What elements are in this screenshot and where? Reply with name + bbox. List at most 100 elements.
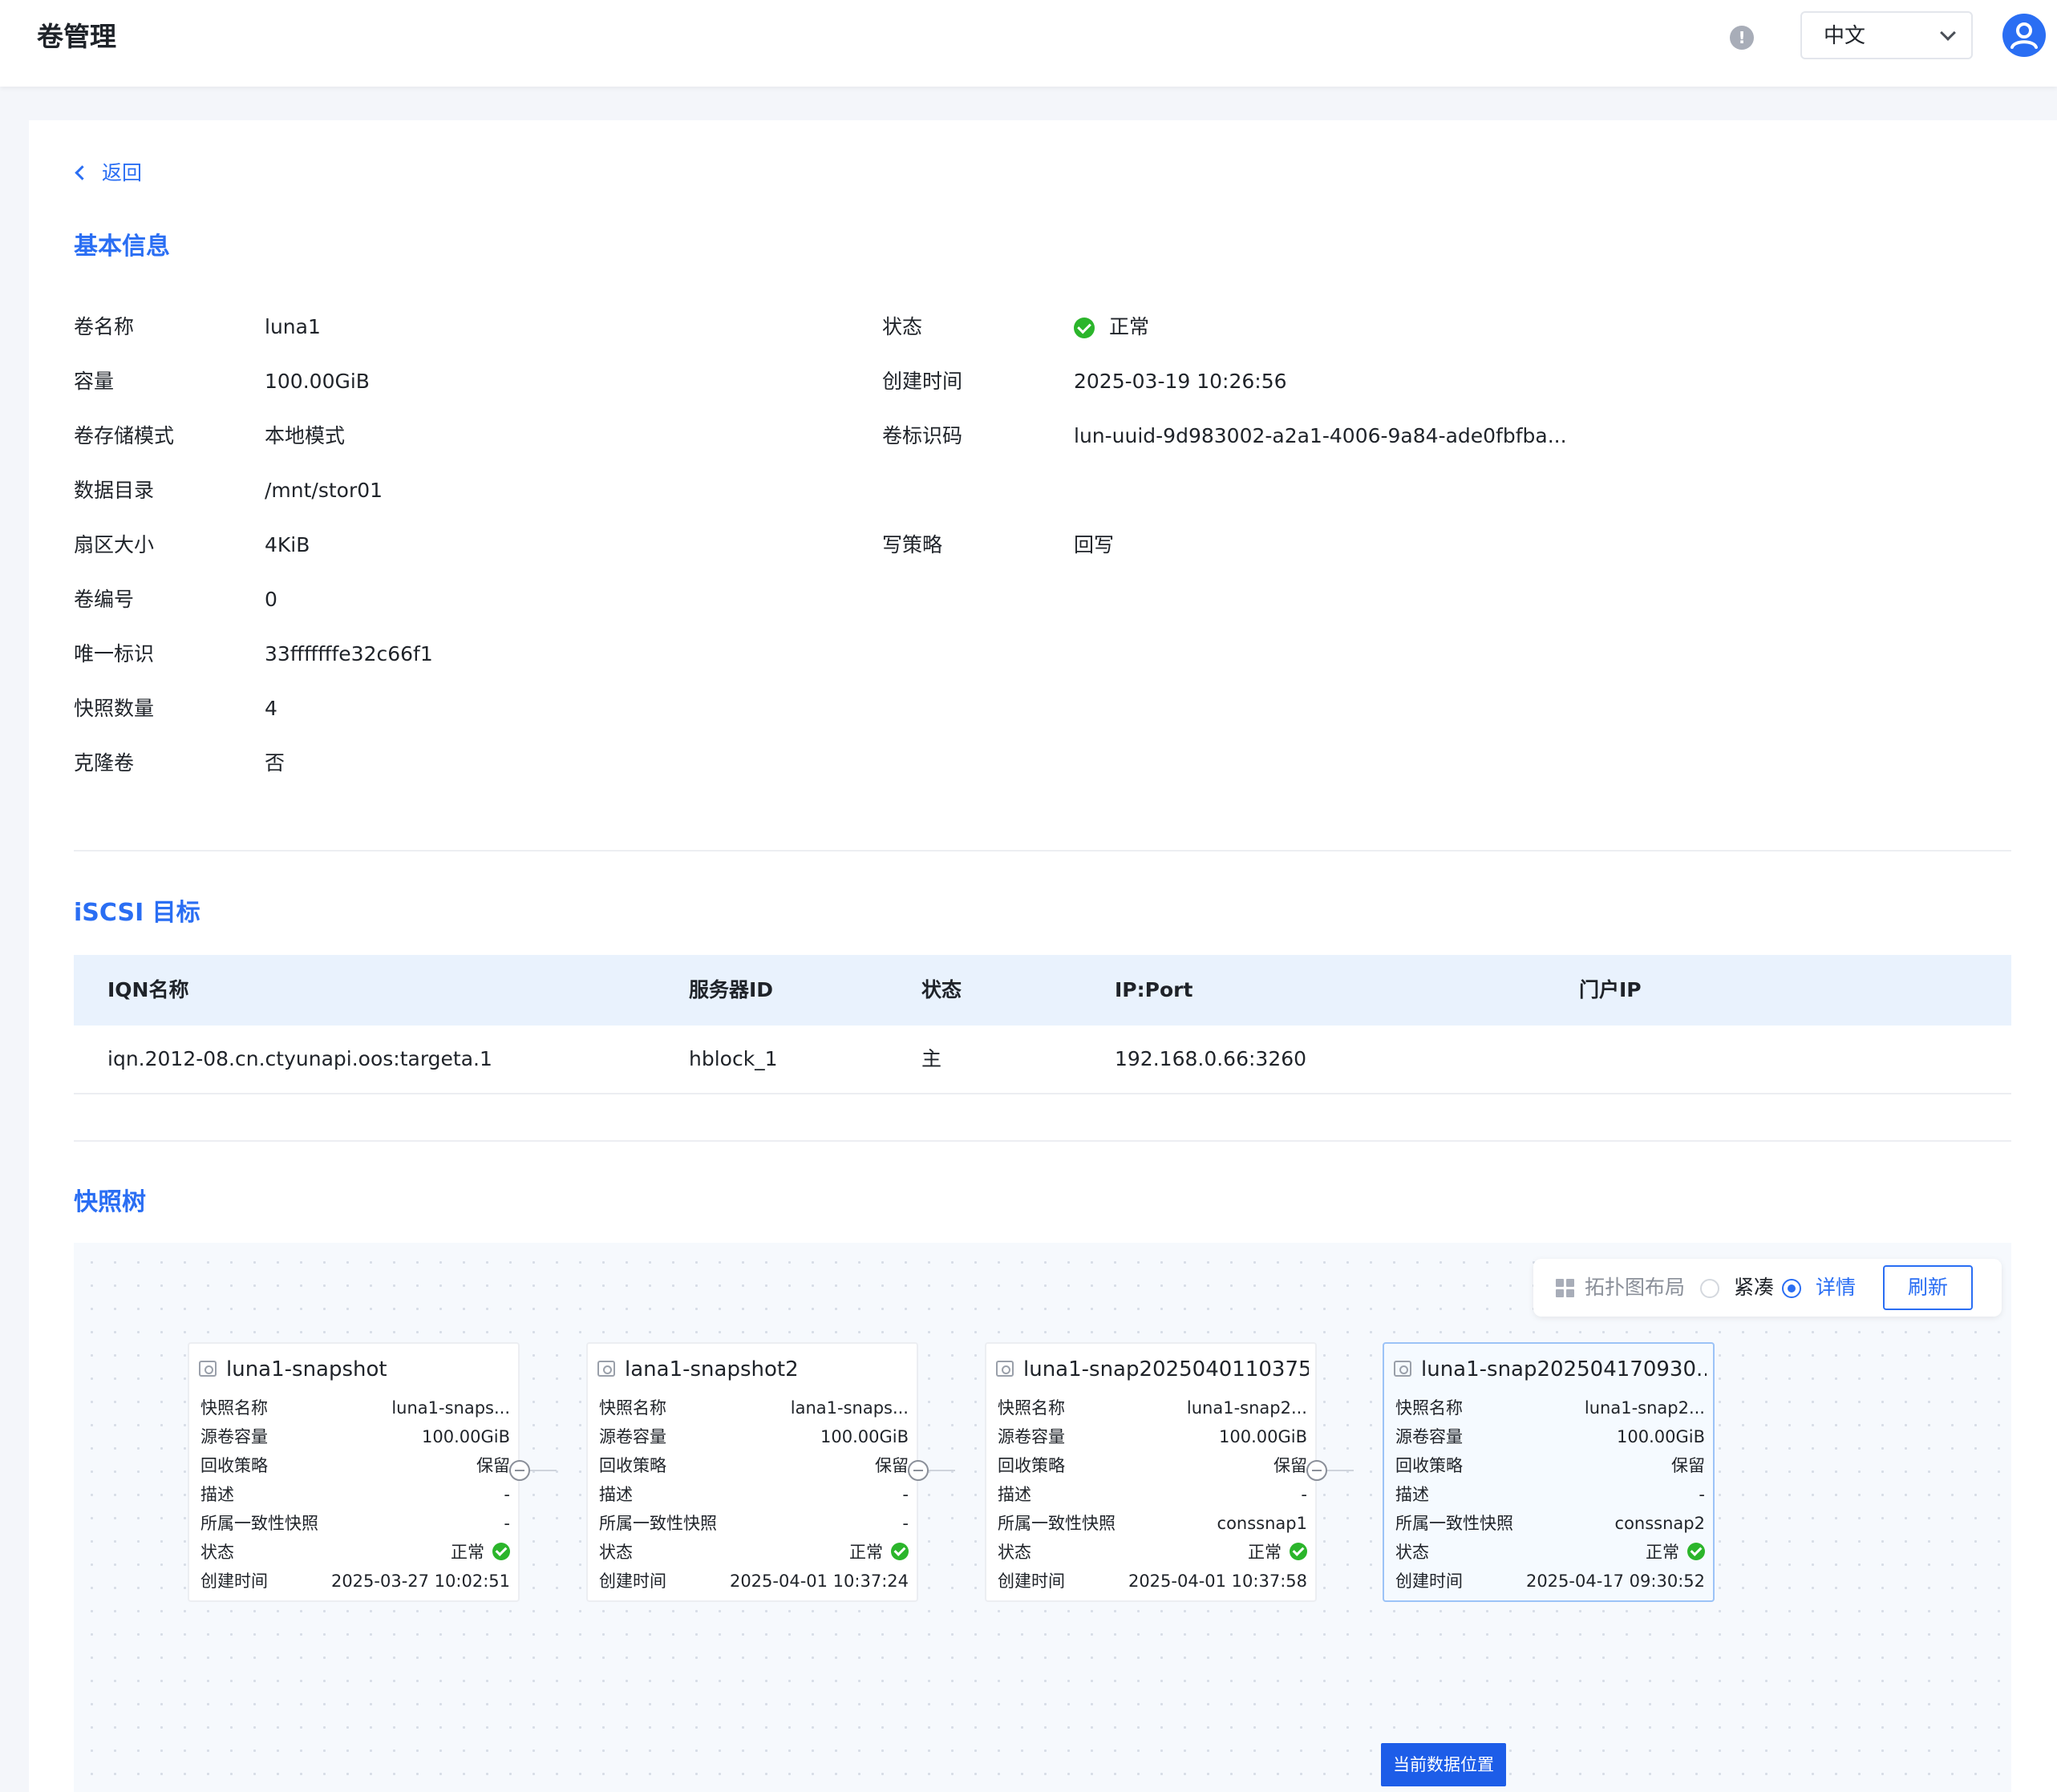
field-value: lana1-snaps... bbox=[790, 1398, 909, 1418]
column-header-iqn: IQN名称 bbox=[107, 978, 189, 1001]
field-label: 创建时间 bbox=[1395, 1572, 1463, 1591]
snapshot-count-value: 4 bbox=[265, 697, 277, 720]
unique-id-value: 33fffffffe32c66f1 bbox=[265, 642, 433, 665]
field-value: 正常 bbox=[849, 1538, 909, 1567]
field-value: 正常 bbox=[1248, 1538, 1307, 1567]
camera-icon bbox=[1394, 1360, 1411, 1377]
field-value: 100.00GiB bbox=[1219, 1427, 1307, 1446]
detail-radio-label[interactable]: 详情 bbox=[1816, 1273, 1856, 1302]
field-value: 100.00GiB bbox=[422, 1427, 510, 1446]
refresh-button[interactable]: 刷新 bbox=[1883, 1265, 1973, 1310]
volume-number-label: 卷编号 bbox=[74, 588, 135, 611]
field-value: - bbox=[902, 1485, 909, 1504]
check-circle-icon bbox=[1687, 1543, 1705, 1560]
write-policy-label: 写策略 bbox=[882, 533, 943, 556]
field-value: 保留 bbox=[875, 1456, 909, 1475]
field-value: 正常 bbox=[1646, 1538, 1705, 1567]
status-label: 状态 bbox=[882, 315, 923, 338]
status-text: 正常 bbox=[1646, 1543, 1679, 1562]
field-label: 快照名称 bbox=[1395, 1398, 1463, 1418]
snapshot-node[interactable]: luna1-snap2025040110375... 快照名称 luna1-sna… bbox=[985, 1342, 1317, 1602]
snapshot-count-label: 快照数量 bbox=[74, 697, 155, 720]
field-value: - bbox=[1699, 1485, 1705, 1504]
current-data-position-button[interactable]: 当前数据位置 bbox=[1381, 1743, 1506, 1786]
snapshot-title: luna1-snap2025040110375... bbox=[1023, 1357, 1309, 1381]
check-circle-icon bbox=[1074, 318, 1095, 338]
language-select[interactable]: 中文 bbox=[1800, 11, 1973, 59]
field-label: 源卷容量 bbox=[200, 1427, 268, 1446]
cell-ip-port: 192.168.0.66:3260 bbox=[1115, 1047, 1307, 1070]
field-label: 所属一致性快照 bbox=[998, 1514, 1116, 1533]
data-dir-label: 数据目录 bbox=[74, 479, 155, 502]
field-label: 所属一致性快照 bbox=[200, 1514, 318, 1533]
section-divider bbox=[74, 1140, 2011, 1142]
tree-toolbar: 拓扑图布局 紧凑 详情 刷新 bbox=[1533, 1259, 2002, 1317]
snapshot-node[interactable]: luna1-snapshot 快照名称 luna1-snaps... 源卷容量 10… bbox=[188, 1342, 520, 1602]
field-label: 回收策略 bbox=[599, 1456, 666, 1475]
iscsi-table: IQN名称 服务器ID 状态 IP:Port 门户IP iqn.2012-08.… bbox=[74, 955, 2011, 1094]
field-label: 描述 bbox=[599, 1485, 633, 1504]
column-header-ip-port: IP:Port bbox=[1115, 978, 1193, 1001]
iscsi-title: iSCSI 目标 bbox=[74, 899, 200, 927]
field-value: luna1-snap2... bbox=[1584, 1398, 1705, 1418]
collapse-icon[interactable] bbox=[1306, 1460, 1327, 1481]
field-label: 所属一致性快照 bbox=[599, 1514, 717, 1533]
capacity-value: 100.00GiB bbox=[265, 370, 370, 393]
camera-icon bbox=[199, 1360, 217, 1377]
camera-icon bbox=[597, 1360, 615, 1377]
field-label: 快照名称 bbox=[200, 1398, 268, 1418]
data-dir-value: /mnt/stor01 bbox=[265, 479, 383, 502]
status-text: 正常 bbox=[451, 1543, 484, 1562]
chevron-down-icon bbox=[1940, 25, 1956, 41]
collapse-icon[interactable] bbox=[509, 1460, 530, 1481]
table-header: IQN名称 服务器ID 状态 IP:Port 门户IP bbox=[74, 955, 2011, 1025]
cell-status: 主 bbox=[921, 1047, 942, 1070]
field-label: 回收策略 bbox=[998, 1456, 1065, 1475]
volume-number-value: 0 bbox=[265, 588, 277, 611]
collapse-icon[interactable] bbox=[908, 1460, 929, 1481]
field-label: 状态 bbox=[599, 1543, 633, 1562]
volume-uuid-value: lun-uuid-9d983002-a2a1-4006-9a84-ade0fbf… bbox=[1074, 424, 1567, 447]
section-divider bbox=[74, 850, 2011, 852]
column-header-portal-ip: 门户IP bbox=[1579, 978, 1642, 1001]
snapshot-title: luna1-snapshot bbox=[226, 1357, 387, 1381]
compact-radio[interactable] bbox=[1700, 1279, 1719, 1298]
snapshot-tree-canvas[interactable]: 拓扑图布局 紧凑 详情 刷新 luna1-snapshot 快照名称 luna1-… bbox=[74, 1243, 2011, 1792]
field-label: 描述 bbox=[1395, 1485, 1429, 1504]
volume-name-label: 卷名称 bbox=[74, 315, 135, 338]
field-value: - bbox=[504, 1514, 510, 1533]
snapshot-node-current[interactable]: luna1-snap202504170930... 快照名称 luna1-snap… bbox=[1383, 1342, 1715, 1602]
field-value: 正常 bbox=[451, 1538, 510, 1567]
field-value: conssnap2 bbox=[1614, 1514, 1705, 1533]
status-text: 正常 bbox=[1109, 315, 1150, 338]
clone-volume-value: 否 bbox=[265, 751, 285, 775]
snapshot-node[interactable]: lana1-snapshot2 快照名称 lana1-snaps... 源卷容量 1… bbox=[586, 1342, 918, 1602]
field-label: 回收策略 bbox=[200, 1456, 268, 1475]
language-value: 中文 bbox=[1824, 24, 1866, 48]
field-label: 源卷容量 bbox=[599, 1427, 666, 1446]
user-avatar-icon[interactable] bbox=[2002, 13, 2047, 58]
check-circle-icon bbox=[492, 1543, 510, 1560]
clone-volume-label: 克隆卷 bbox=[74, 751, 135, 775]
back-link[interactable]: 返回 bbox=[75, 157, 142, 189]
detail-radio[interactable] bbox=[1782, 1279, 1801, 1298]
field-value: 2025-03-27 10:02:51 bbox=[330, 1572, 510, 1591]
grid-layout-icon bbox=[1556, 1279, 1575, 1298]
created-time-value: 2025-03-19 10:26:56 bbox=[1074, 370, 1287, 393]
info-icon[interactable]: ! bbox=[1730, 26, 1754, 50]
field-label: 状态 bbox=[998, 1543, 1031, 1562]
check-circle-icon bbox=[1290, 1543, 1307, 1560]
field-label: 快照名称 bbox=[599, 1398, 666, 1418]
compact-radio-label[interactable]: 紧凑 bbox=[1734, 1273, 1774, 1302]
sector-size-label: 扇区大小 bbox=[74, 533, 155, 556]
field-label: 源卷容量 bbox=[998, 1427, 1065, 1446]
volume-uuid-label: 卷标识码 bbox=[882, 424, 963, 447]
page-title: 卷管理 bbox=[37, 21, 116, 52]
field-label: 描述 bbox=[200, 1485, 234, 1504]
camera-icon bbox=[996, 1360, 1014, 1377]
storage-mode-label: 卷存储模式 bbox=[74, 424, 175, 447]
volume-name-value: luna1 bbox=[265, 315, 321, 338]
column-header-status: 状态 bbox=[921, 978, 962, 1001]
status-value: 正常 bbox=[1074, 313, 1149, 342]
write-policy-value: 回写 bbox=[1074, 533, 1115, 556]
